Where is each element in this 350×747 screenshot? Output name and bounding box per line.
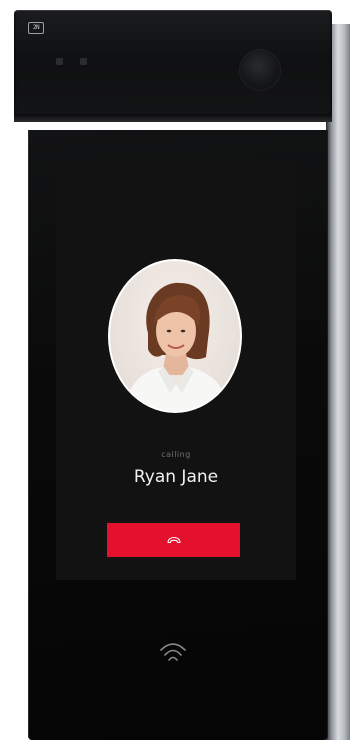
caller-photo (124, 282, 228, 411)
brand-logo: 2N (28, 22, 44, 34)
call-screen: calling Ryan Jane (56, 160, 296, 580)
phone-hangup-icon (166, 536, 181, 544)
caller-name: Ryan Jane (133, 467, 219, 487)
call-status-text: calling (161, 450, 191, 459)
device-side-frame (326, 24, 350, 740)
camera-head-unit: 2N (14, 10, 332, 122)
sensor-right (80, 58, 87, 65)
caller-avatar (108, 259, 242, 413)
sensor-left (56, 58, 63, 65)
hangup-button[interactable] (107, 523, 240, 557)
camera-lens-icon (240, 50, 280, 90)
nfc-wireless-icon (160, 643, 186, 661)
